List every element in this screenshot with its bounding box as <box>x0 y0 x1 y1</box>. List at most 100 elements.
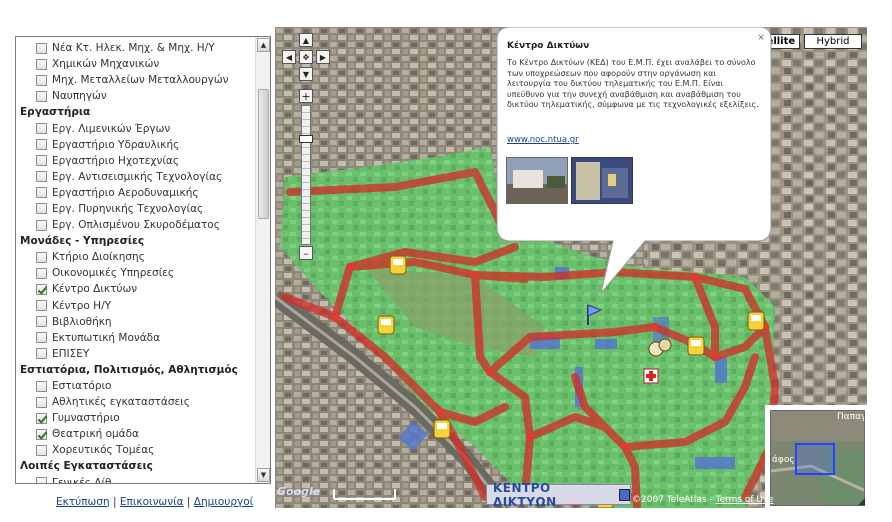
layer-checkbox[interactable] <box>36 380 47 392</box>
bus-stop-icon <box>747 311 765 331</box>
layer-label: Γυμναστήριο <box>52 412 120 425</box>
separator: | <box>113 496 117 508</box>
layer-toggle-item[interactable]: Γενικές Αίθ. <box>18 475 256 483</box>
layer-toggle-item[interactable]: Κτήριο Διοίκησης <box>18 249 256 265</box>
layer-checkbox[interactable] <box>36 74 47 86</box>
pan-down-button[interactable]: ▼ <box>299 67 313 81</box>
banner-text: ΚΕΝΤΡΟ ΔΙΚΤΥΩΝ <box>493 480 557 509</box>
bubble-photo-thumbnail[interactable] <box>506 157 568 204</box>
layer-toggle-item[interactable]: Χορευτικός Τομέας <box>18 442 256 458</box>
layer-toggle-item[interactable]: Μηχ. Μεταλλείων Μεταλλουργών <box>18 72 256 88</box>
layer-checkbox[interactable] <box>36 316 47 328</box>
layer-label: Κέντρο Δικτύων <box>52 283 138 296</box>
zoom-slider-track[interactable] <box>299 105 313 245</box>
layer-checkbox[interactable] <box>36 187 47 199</box>
separator: | <box>186 496 191 508</box>
map-copyright: ©2007 TeleAtlas - Terms of Use <box>632 495 774 505</box>
layer-checkbox[interactable] <box>36 155 47 167</box>
bubble-description: Το Κέντρο Δικτύων (ΚΕΔ) του Ε.Μ.Π. έχει … <box>507 58 759 109</box>
map-type-hybrid-button[interactable]: Hybrid <box>804 34 862 49</box>
zoom-slider-thumb[interactable] <box>299 135 313 143</box>
scroll-down-button[interactable]: ▼ <box>257 468 270 482</box>
layer-checkbox[interactable] <box>36 251 47 263</box>
overview-map[interactable]: Παπαγ άφος ◢ <box>765 405 867 508</box>
layer-checkbox[interactable] <box>36 283 47 295</box>
zoom-in-button[interactable]: + <box>299 89 313 103</box>
layer-label: Εργαστήριο Υδραυλικής <box>52 138 180 151</box>
layer-checkbox[interactable] <box>36 412 47 424</box>
layer-checkbox[interactable] <box>36 139 47 151</box>
print-link[interactable]: Εκτύπωση <box>56 496 110 508</box>
category-list: Νέα Κτ. Ηλεκ. Μηχ. & Μηχ. Η/Υ Χημικών Μηχ… <box>16 37 256 483</box>
layer-toggle-item[interactable]: Αθλητικές εγκαταστάσεις <box>18 394 256 410</box>
bus-stop-icon <box>389 255 407 275</box>
layer-checkbox[interactable] <box>36 348 47 360</box>
bubble-photo-thumbnail[interactable] <box>571 157 633 204</box>
scroll-thumb[interactable] <box>258 89 269 219</box>
layer-label: Κέντρο Η/Υ <box>52 299 112 312</box>
layer-toggle-item[interactable]: Εργ. Αντισεισμικής Τεχνολογίας <box>18 169 256 185</box>
layer-checkbox[interactable] <box>36 203 47 215</box>
layer-label: Θεατρική ομάδα <box>52 428 139 441</box>
satellite-map[interactable]: ▲ ◀ ✥ ▶ ▼ + – Map Satellite Hybrid × Κέν… <box>275 27 867 508</box>
close-icon[interactable]: × <box>756 33 766 43</box>
layer-toggle-item[interactable]: Νέα Κτ. Ηλεκ. Μηχ. & Μηχ. Η/Υ <box>18 40 256 56</box>
layer-toggle-item[interactable]: Χημικών Μηχανικών <box>18 56 256 72</box>
layer-label: Εκτυπωτική Μονάδα <box>52 331 161 344</box>
layer-checkbox[interactable] <box>36 332 47 344</box>
layer-checkbox[interactable] <box>36 396 47 408</box>
gym-cross-icon <box>643 368 659 384</box>
layer-toggle-item[interactable]: Εργ. Πυρηνικής Τεχνολογίας <box>18 201 256 217</box>
layer-checkbox[interactable] <box>36 42 47 54</box>
scroll-up-button[interactable]: ▲ <box>257 38 270 52</box>
layer-toggle-item[interactable]: Εκτυπωτική Μονάδα <box>18 330 256 346</box>
overview-collapse-icon[interactable]: ◢ <box>858 497 865 507</box>
layer-checkbox[interactable] <box>36 90 47 102</box>
layer-checkbox[interactable] <box>36 123 47 135</box>
layer-toggle-item[interactable]: Εργαστήριο Ηχοτεχνίας <box>18 153 256 169</box>
layer-checkbox[interactable] <box>36 300 47 312</box>
layer-checkbox[interactable] <box>36 219 47 231</box>
pan-left-button[interactable]: ◀ <box>282 50 296 64</box>
terms-of-use-link[interactable]: Terms of Use <box>716 495 774 505</box>
layer-toggle-item[interactable]: Εργαστήριο Αεροδυναμικής <box>18 185 256 201</box>
contact-link[interactable]: Επικοινωνία <box>120 496 184 508</box>
layer-label: Εργ. Πυρηνικής Τεχνολογίας <box>52 202 204 215</box>
pan-right-button[interactable]: ▶ <box>316 50 330 64</box>
info-bubble: × Κέντρο Δικτύων Το Κέντρο Δικτύων (ΚΕΔ)… <box>495 27 771 243</box>
layer-checkbox[interactable] <box>36 58 47 70</box>
layer-toggle-item[interactable]: Κέντρο Η/Υ <box>18 298 256 314</box>
layer-label: Ναυπηγών <box>52 90 107 103</box>
layer-label: Βιβλιοθήκη <box>52 315 112 328</box>
layer-checkbox[interactable] <box>36 444 47 456</box>
category-heading: Εργαστήρια <box>20 106 91 119</box>
layer-checkbox[interactable] <box>36 267 47 279</box>
pan-up-button[interactable]: ▲ <box>299 33 313 47</box>
layer-checkbox[interactable] <box>36 171 47 183</box>
layer-toggle-item[interactable]: Οικονομικές Υπηρεσίες <box>18 265 256 281</box>
layer-label: Χημικών Μηχανικών <box>52 58 160 71</box>
overview-label: Παπαγ <box>837 412 865 422</box>
layer-toggle-item[interactable]: Ναυπηγών <box>18 88 256 104</box>
layer-checkbox[interactable] <box>36 428 47 440</box>
layer-toggle-item[interactable]: Εργ. Λιμενικών Έργων <box>18 120 256 136</box>
creators-link[interactable]: Δημιουργοί <box>194 496 253 508</box>
bubble-website-link[interactable]: www.noc.ntua.gr <box>507 135 579 145</box>
layer-toggle-item[interactable]: Εστιατόριο <box>18 378 256 394</box>
layer-toggle-item[interactable]: Θεατρική ομάδα <box>18 426 256 442</box>
layer-label: Εργαστήριο Αεροδυναμικής <box>52 186 199 199</box>
zoom-out-button[interactable]: – <box>299 246 313 260</box>
layer-toggle-item[interactable]: Κέντρο Δικτύων <box>18 281 256 297</box>
bus-stop-icon <box>687 336 705 356</box>
vertical-scrollbar[interactable]: ▲ ▼ <box>255 37 270 483</box>
layer-toggle-item[interactable]: Εργαστήριο Υδραυλικής <box>18 137 256 153</box>
pan-center-button[interactable]: ✥ <box>299 50 313 64</box>
layer-toggle-item[interactable]: Βιβλιοθήκη <box>18 314 256 330</box>
layer-label: Μηχ. Μεταλλείων Μεταλλουργών <box>52 74 229 87</box>
layer-toggle-item[interactable]: Εργ. Οπλισμένου Σκυροδέματος <box>18 217 256 233</box>
layer-toggle-item[interactable]: ΕΠΙΣΕΥ <box>18 346 256 362</box>
google-logo: Google <box>277 485 321 498</box>
layer-checkbox[interactable] <box>36 477 47 483</box>
layer-label: Εργ. Λιμενικών Έργων <box>52 122 171 135</box>
layer-toggle-item[interactable]: Γυμναστήριο <box>18 410 256 426</box>
